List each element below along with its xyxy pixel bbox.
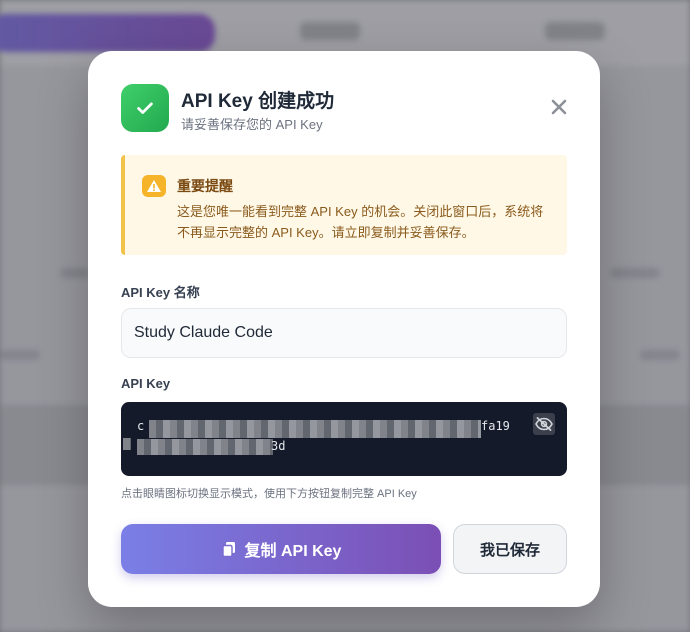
check-icon <box>121 84 169 132</box>
api-key-display[interactable]: c fa19 3d <box>121 402 567 476</box>
dialog-subtitle: 请妥善保存您的 API Key <box>181 117 323 132</box>
close-icon <box>551 99 567 115</box>
key-field-hint: 点击眼睛图标切换显示模式，使用下方按钮复制完整 API Key <box>121 488 417 500</box>
api-key-masked-segment <box>137 439 273 455</box>
api-key-name-field[interactable] <box>121 308 567 358</box>
key-field-label: API Key <box>121 376 171 391</box>
api-key-line-2-end: 3d <box>271 439 286 453</box>
copy-button-label: 复制 API Key <box>244 543 342 560</box>
api-key-line-1-end: fa19 <box>481 419 510 433</box>
warning-icon <box>142 175 166 197</box>
api-key-line-1-start: c <box>137 419 145 433</box>
saved-button[interactable]: 我已保存 <box>453 524 567 574</box>
name-field-label: API Key 名称 <box>121 285 200 300</box>
dialog-title: API Key 创建成功 <box>181 91 335 112</box>
copy-icon <box>221 541 235 557</box>
api-key-masked-segment <box>149 420 481 438</box>
copy-api-key-button[interactable]: 复制 API Key <box>121 524 441 574</box>
close-button[interactable] <box>545 93 573 121</box>
eye-slash-icon <box>535 417 553 431</box>
warning-title: 重要提醒 <box>177 178 233 194</box>
api-key-created-dialog: API Key 创建成功 请妥善保存您的 API Key 重要提醒 这是您唯一能… <box>88 51 600 607</box>
toggle-visibility-button[interactable] <box>533 413 555 435</box>
warning-callout: 重要提醒 这是您唯一能看到完整 API Key 的机会。关闭此窗口后，系统将不再… <box>121 155 567 255</box>
warning-text: 这是您唯一能看到完整 API Key 的机会。关闭此窗口后，系统将不再显示完整的… <box>177 204 544 240</box>
api-key-masked-segment <box>123 438 131 450</box>
